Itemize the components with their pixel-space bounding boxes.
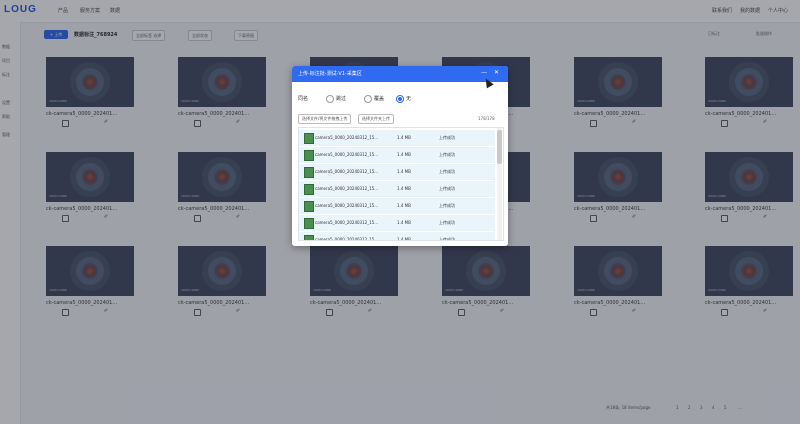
dialog-title: 上传-标注批-测试-V1-采集区 [298,71,362,77]
file-row: camera5_0000_20240312_15... 1.4 MB 上传成功 [299,181,495,198]
file-row: camera5_0000_20240312_15... 1.4 MB 上传成功 [299,232,495,241]
file-name: camera5_0000_20240312_15... [315,220,379,225]
radio-none-label: 无 [406,96,412,102]
radio-skip[interactable] [326,95,334,103]
upload-dialog: 上传-标注批-测试-V1-采集区 — ✕ 同名 跳过 覆盖 无 选择文件/将文件… [292,66,508,246]
image-file-icon [304,167,314,178]
select-files-button[interactable]: 选择文件/将文件拖拽上传 [298,114,352,124]
file-size: 1.4 MB [397,169,411,174]
image-file-icon [304,235,314,240]
file-row: camera5_0000_20240312_15... 1.4 MB 上传成功 [299,147,495,164]
file-size: 1.4 MB [397,186,411,191]
file-row: camera5_0000_20240312_15... 1.4 MB 上传成功 [299,215,495,232]
file-list-scrollbar[interactable] [497,128,502,240]
radio-skip-label: 跳过 [336,96,347,102]
upload-status: 上传成功 [439,220,455,225]
radio-overwrite[interactable] [364,95,372,103]
upload-status: 上传成功 [439,186,455,191]
file-row: camera5_0000_20240312_15... 1.4 MB 上传成功 [299,164,495,181]
duplicate-name-label: 同名 [298,96,309,102]
dialog-header: 上传-标注批-测试-V1-采集区 — ✕ [292,66,508,82]
select-folder-button[interactable]: 选择文件夹上传 [358,114,394,124]
file-size: 1.4 MB [397,220,411,225]
upload-count: 178/178 [478,116,495,121]
file-size: 1.4 MB [397,135,411,140]
close-icon[interactable]: ✕ [494,69,499,76]
image-file-icon [304,150,314,161]
file-name: camera5_0000_20240312_15... [315,169,379,174]
upload-status: 上传成功 [439,152,455,157]
image-file-icon [304,184,314,195]
upload-status: 上传成功 [439,203,455,208]
image-file-icon [304,218,314,229]
file-size: 1.4 MB [397,203,411,208]
file-row: camera5_0000_20240312_15... 1.4 MB 上传成功 [299,198,495,215]
image-file-icon [304,201,314,212]
file-row: camera5_0000_20240312_15... 1.4 MB 上传成功 [299,130,495,147]
file-name: camera5_0000_20240312_15... [315,135,379,140]
file-name: camera5_0000_20240312_15... [315,186,379,191]
upload-status: 上传成功 [439,237,455,241]
radio-none[interactable] [396,95,404,103]
file-size: 1.4 MB [397,152,411,157]
scrollbar-thumb[interactable] [497,130,502,164]
radio-overwrite-label: 覆盖 [374,96,385,102]
file-name: camera5_0000_20240312_15... [315,203,379,208]
image-file-icon [304,133,314,144]
upload-file-list: camera5_0000_20240312_15... 1.4 MB 上传成功 cam… [298,127,504,241]
file-name: camera5_0000_20240312_15... [315,152,379,157]
upload-status: 上传成功 [439,169,455,174]
minimize-icon[interactable]: — [481,69,487,76]
file-name: camera5_0000_20240312_15... [315,237,379,241]
upload-status: 上传成功 [439,135,455,140]
file-size: 1.4 MB [397,237,411,241]
